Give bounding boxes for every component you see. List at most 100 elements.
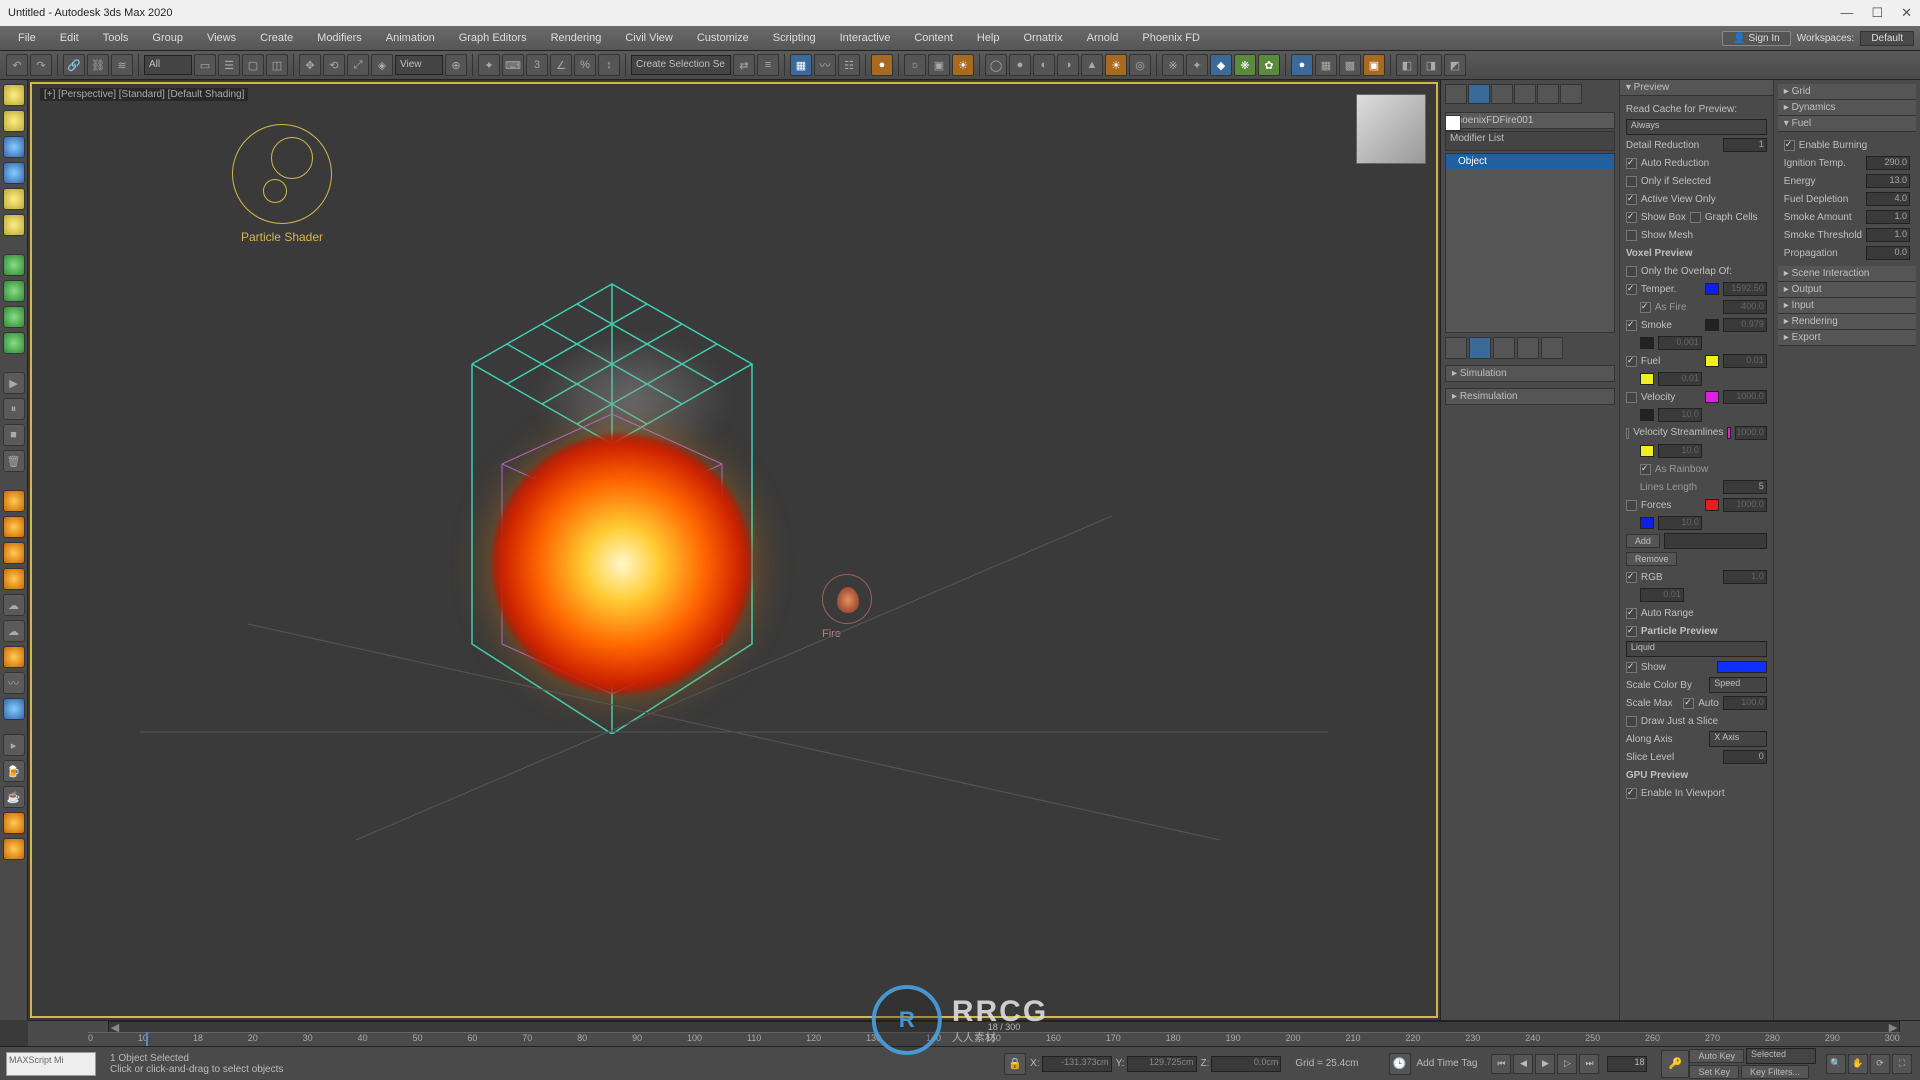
drawslice-checkbox[interactable] <box>1626 716 1637 727</box>
pfd-icon-6[interactable] <box>3 214 25 236</box>
nav-max-icon[interactable]: ⛶ <box>1892 1054 1912 1074</box>
nav-pan-icon[interactable]: ✋ <box>1848 1054 1868 1074</box>
pfd-beer-icon[interactable]: 🍺 <box>3 760 25 782</box>
align-icon[interactable]: ≡ <box>757 54 779 76</box>
rotate-icon[interactable]: ⟲ <box>323 54 345 76</box>
rollout-input[interactable]: Input <box>1778 298 1916 314</box>
enablevp-checkbox[interactable] <box>1626 788 1637 799</box>
set-key-big-icon[interactable]: 🔑 <box>1661 1050 1689 1078</box>
pfd-icon-2[interactable] <box>3 110 25 132</box>
rollout-grid[interactable]: Grid <box>1778 84 1916 100</box>
viewport-label[interactable]: [+] [Perspective] [Standard] [Default Sh… <box>40 88 248 101</box>
rainbow-checkbox[interactable] <box>1640 464 1651 475</box>
select-icon[interactable]: ▭ <box>194 54 216 76</box>
lineslen-input[interactable]: 5 <box>1723 480 1767 494</box>
menu-create[interactable]: Create <box>248 26 305 50</box>
pfd-right-icon[interactable]: ▸ <box>3 734 25 756</box>
modifier-list-dropdown[interactable]: Modifier List <box>1445 131 1615 151</box>
modifier-stack[interactable]: Object <box>1445 153 1615 333</box>
render-frame-icon[interactable]: ▣ <box>928 54 950 76</box>
energy-input[interactable]: 13.0 <box>1866 174 1910 188</box>
preview-header[interactable]: Preview <box>1620 80 1773 96</box>
scaleby-dropdown[interactable]: Speed <box>1709 677 1767 693</box>
y-input[interactable]: 129.725cm <box>1127 1056 1197 1072</box>
nav-zoom-icon[interactable]: 🔍 <box>1826 1054 1846 1074</box>
move-icon[interactable]: ✥ <box>299 54 321 76</box>
keymode-dropdown[interactable]: Selected <box>1746 1048 1816 1064</box>
ring-icon[interactable]: ◎ <box>1129 54 1151 76</box>
add-button[interactable]: Add <box>1626 534 1660 548</box>
nav-orbit-icon[interactable]: ⟳ <box>1870 1054 1890 1074</box>
curve-editor-icon[interactable]: 〰 <box>814 54 836 76</box>
rollout-dynamics[interactable]: Dynamics <box>1778 100 1916 116</box>
menu-customize[interactable]: Customize <box>685 26 761 50</box>
liquid-dropdown[interactable]: Liquid <box>1626 641 1767 657</box>
next-frame-icon[interactable]: ▷ <box>1557 1054 1577 1074</box>
rollout-output[interactable]: Output <box>1778 282 1916 298</box>
manipulate-icon[interactable]: ✦ <box>478 54 500 76</box>
velocity-swatch[interactable] <box>1705 391 1719 403</box>
menu-group[interactable]: Group <box>140 26 195 50</box>
rollout-fuel[interactable]: Fuel <box>1778 116 1916 132</box>
pfd-icon-1[interactable] <box>3 84 25 106</box>
pfd-liquid-icon[interactable] <box>3 698 25 720</box>
smoke-checkbox[interactable] <box>1626 320 1637 331</box>
rollout-export[interactable]: Export <box>1778 330 1916 346</box>
unlink-icon[interactable]: ⛓ <box>87 54 109 76</box>
snap-icon[interactable]: 3 <box>526 54 548 76</box>
px3-icon[interactable]: ◆ <box>1210 54 1232 76</box>
render-icon[interactable]: ☀ <box>952 54 974 76</box>
viewcube[interactable] <box>1356 94 1426 164</box>
menu-help[interactable]: Help <box>965 26 1012 50</box>
autorange-checkbox[interactable] <box>1626 608 1637 619</box>
rollout-simulation[interactable]: Simulation <box>1445 365 1615 382</box>
sun-icon[interactable]: ☀ <box>1105 54 1127 76</box>
pfd-blood-icon[interactable] <box>3 838 25 860</box>
remove-button[interactable]: Remove <box>1626 552 1678 566</box>
px12-icon[interactable]: ◩ <box>1444 54 1466 76</box>
minimize-icon[interactable]: — <box>1840 5 1853 21</box>
detail-reduction-input[interactable]: 1 <box>1723 138 1767 152</box>
rollout-scene-interaction[interactable]: Scene Interaction <box>1778 266 1916 282</box>
pfd-icon-5[interactable] <box>3 188 25 210</box>
velocity-checkbox[interactable] <box>1626 392 1637 403</box>
velstream-checkbox[interactable] <box>1626 428 1629 439</box>
pfd-candle-icon[interactable] <box>3 646 25 668</box>
autokey-button[interactable]: Auto Key <box>1689 1049 1744 1063</box>
workspaces-dropdown[interactable]: Default <box>1860 31 1914 46</box>
close-icon[interactable]: ✕ <box>1901 5 1912 21</box>
rgb-checkbox[interactable] <box>1626 572 1637 583</box>
pfd-icon-4[interactable] <box>3 162 25 184</box>
redo-icon[interactable]: ↷ <box>30 54 52 76</box>
make-unique-icon[interactable] <box>1493 337 1515 359</box>
particle-shader-gizmo[interactable]: Particle Shader <box>232 124 332 244</box>
play-icon[interactable]: ▶ <box>1535 1054 1555 1074</box>
refcoord-dropdown[interactable]: View <box>395 55 443 75</box>
fuel-checkbox[interactable] <box>1626 356 1637 367</box>
pfd-play-icon[interactable]: ▶ <box>3 372 25 394</box>
select-name-icon[interactable]: ☰ <box>218 54 240 76</box>
layer-explorer-icon[interactable]: ▦ <box>790 54 812 76</box>
sphere2-icon[interactable]: ● <box>1009 54 1031 76</box>
fuel-depletion-input[interactable]: 4.0 <box>1866 192 1910 206</box>
pfd-trash-icon[interactable]: 🗑 <box>3 450 25 472</box>
auto-reduction-checkbox[interactable] <box>1626 158 1637 169</box>
ppreview-checkbox[interactable] <box>1626 626 1637 637</box>
percent-snap-icon[interactable]: % <box>574 54 596 76</box>
remove-mod-icon[interactable] <box>1517 337 1539 359</box>
goto-start-icon[interactable]: ⏮ <box>1491 1054 1511 1074</box>
fire-source-gizmo[interactable]: Fire <box>822 574 872 640</box>
timeline[interactable]: ◀ 18 / 300 ▶ 010182030405060708090100110… <box>28 1020 1920 1046</box>
readcache-dropdown[interactable]: Always <box>1626 119 1767 135</box>
undo-icon[interactable]: ↶ <box>6 54 28 76</box>
pfd-icon-7[interactable] <box>3 254 25 276</box>
menu-animation[interactable]: Animation <box>374 26 447 50</box>
maximize-icon[interactable]: ☐ <box>1871 5 1883 21</box>
pfd-coffee-icon[interactable]: ☕ <box>3 786 25 808</box>
ignition-temp-input[interactable]: 290.0 <box>1866 156 1910 170</box>
pfd-smoke-icon[interactable]: ☁ <box>3 594 25 616</box>
graph-cells-checkbox[interactable] <box>1690 212 1701 223</box>
hierarchy-tab-icon[interactable] <box>1491 84 1513 104</box>
sphere1-icon[interactable]: ◯ <box>985 54 1007 76</box>
px7-icon[interactable]: ▦ <box>1315 54 1337 76</box>
